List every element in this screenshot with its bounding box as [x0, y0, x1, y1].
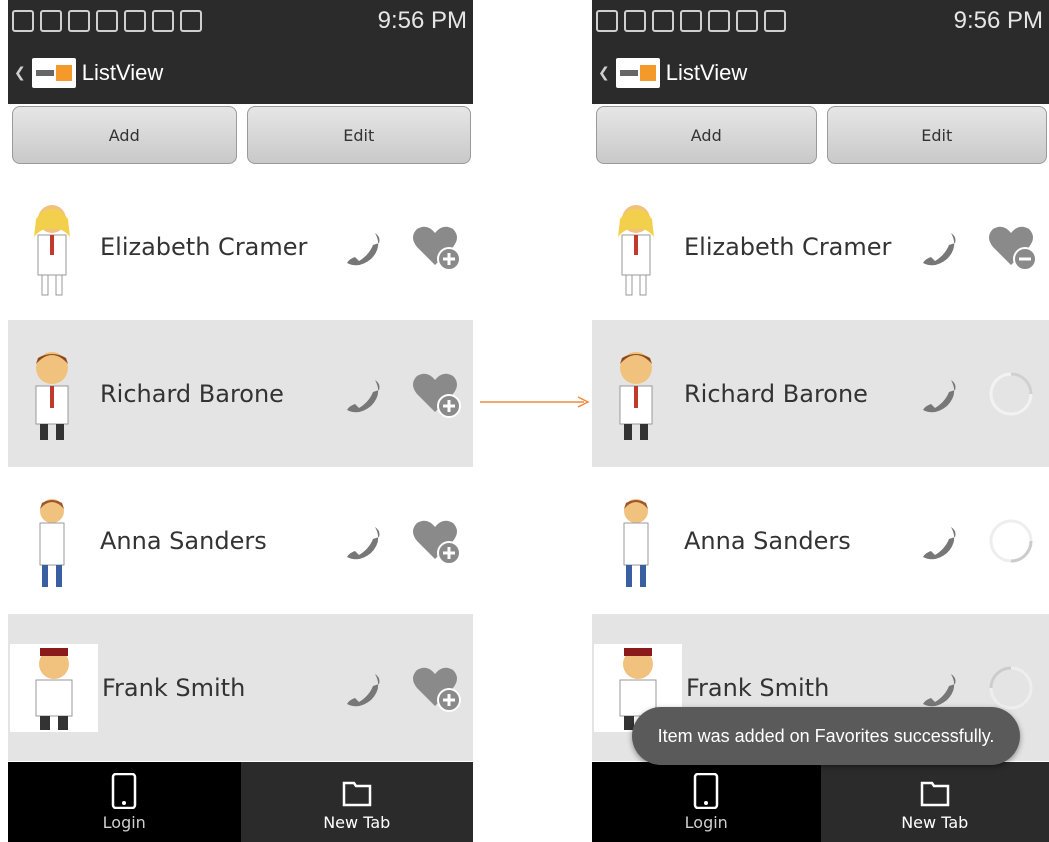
list-item[interactable]: Richard Barone [592, 320, 1049, 467]
alarm-icon [124, 10, 146, 32]
toast-message: Item was added on Favorites successfully… [632, 707, 1020, 765]
phone-icon[interactable] [915, 517, 963, 565]
avatar [8, 320, 96, 467]
signal-icon [180, 10, 202, 32]
contact-name: Richard Barone [100, 379, 284, 408]
tab-label: New Tab [901, 812, 969, 832]
list-item[interactable]: Anna Sanders [8, 467, 473, 614]
warning-icon [96, 10, 118, 32]
list-item[interactable]: Anna Sanders [592, 467, 1049, 614]
add-button[interactable]: Add [596, 106, 817, 164]
edit-button[interactable]: Edit [826, 106, 1047, 164]
heart-plus-icon[interactable] [407, 366, 463, 422]
list-item[interactable]: Richard Barone [8, 320, 473, 467]
bottom-tab-bar: Login New Tab [8, 762, 473, 842]
contact-name: Frank Smith [102, 673, 246, 702]
wifi-icon [152, 10, 174, 32]
tab-new-tab[interactable]: New Tab [240, 762, 473, 842]
contact-name: Elizabeth Cramer [100, 232, 308, 261]
tab-label: Login [684, 812, 728, 832]
screen-before: 9:56 PM ❮ ListView Add Edit Elizabeth Cr… [8, 0, 473, 842]
phone-icon[interactable] [915, 664, 963, 712]
back-chevron-icon[interactable]: ❮ [14, 65, 26, 81]
transition-arrow [480, 396, 590, 408]
alarm-icon [708, 10, 730, 32]
action-bar[interactable]: ❮ ListView [592, 42, 1049, 104]
status-bar: 9:56 PM [592, 0, 1049, 42]
status-time: 9:56 PM [953, 7, 1043, 34]
folder-icon [342, 781, 371, 806]
contact-name: Anna Sanders [100, 526, 267, 555]
contact-name: Anna Sanders [684, 526, 851, 555]
tab-label: New Tab [323, 812, 391, 832]
avatar [10, 643, 98, 732]
contact-name: Elizabeth Cramer [684, 232, 892, 261]
app-logo [31, 58, 76, 88]
smartphone-icon [112, 772, 137, 809]
mail-icon [652, 10, 674, 32]
tab-login[interactable]: Login [592, 762, 821, 842]
status-bar: 9:56 PM [8, 0, 473, 42]
back-chevron-icon[interactable]: ❮ [598, 65, 610, 81]
add-button[interactable]: Add [12, 106, 237, 164]
folder-icon [920, 781, 949, 806]
tab-label: Login [102, 812, 146, 832]
avatar [592, 173, 680, 320]
tab-login[interactable]: Login [8, 762, 241, 842]
phone-icon[interactable] [339, 664, 387, 712]
heart-plus-icon[interactable] [407, 219, 463, 275]
page-title: ListView [81, 60, 164, 85]
avatar [8, 467, 96, 614]
list-item[interactable]: Elizabeth Cramer [592, 173, 1049, 320]
action-bar[interactable]: ❮ ListView [8, 42, 473, 104]
heart-minus-icon[interactable] [983, 219, 1039, 275]
contact-list: Elizabeth Cramer Richard Barone Anna San… [8, 173, 473, 761]
phone-icon[interactable] [339, 517, 387, 565]
mail-icon [68, 10, 90, 32]
phone-icon[interactable] [339, 223, 387, 271]
warning-icon [680, 10, 702, 32]
tab-new-tab[interactable]: New Tab [820, 762, 1049, 842]
screen-after: 9:56 PM ❮ ListView Add Edit Elizabeth Cr… [592, 0, 1049, 842]
list-item[interactable]: Frank Smith [8, 614, 473, 761]
smartphone-icon [694, 772, 719, 809]
phone-icon[interactable] [339, 370, 387, 418]
bottom-tab-bar: Login New Tab [592, 762, 1049, 842]
contact-list: Elizabeth Cramer Richard Barone Anna San… [592, 173, 1049, 761]
edit-button[interactable]: Edit [246, 106, 471, 164]
avatar [592, 320, 680, 467]
toolbar: Add Edit [592, 104, 1049, 166]
app-logo [615, 58, 660, 88]
notification-icons [12, 10, 202, 32]
phone-icon[interactable] [915, 370, 963, 418]
loading-spinner-icon [989, 372, 1033, 415]
usb-icon [12, 10, 34, 32]
image-icon [40, 10, 62, 32]
contact-name: Richard Barone [684, 379, 868, 408]
notification-icons [596, 10, 786, 32]
contact-name: Frank Smith [686, 673, 830, 702]
wifi-icon [736, 10, 758, 32]
phone-icon[interactable] [915, 223, 963, 271]
status-time: 9:56 PM [377, 7, 467, 34]
usb-icon [596, 10, 618, 32]
heart-plus-icon[interactable] [407, 660, 463, 716]
list-item[interactable]: Elizabeth Cramer [8, 173, 473, 320]
page-title: ListView [665, 60, 748, 85]
signal-icon [764, 10, 786, 32]
heart-plus-icon[interactable] [407, 513, 463, 569]
loading-spinner-icon [989, 519, 1033, 562]
avatar [8, 173, 96, 320]
avatar [592, 467, 680, 614]
image-icon [624, 10, 646, 32]
toolbar: Add Edit [8, 104, 473, 166]
